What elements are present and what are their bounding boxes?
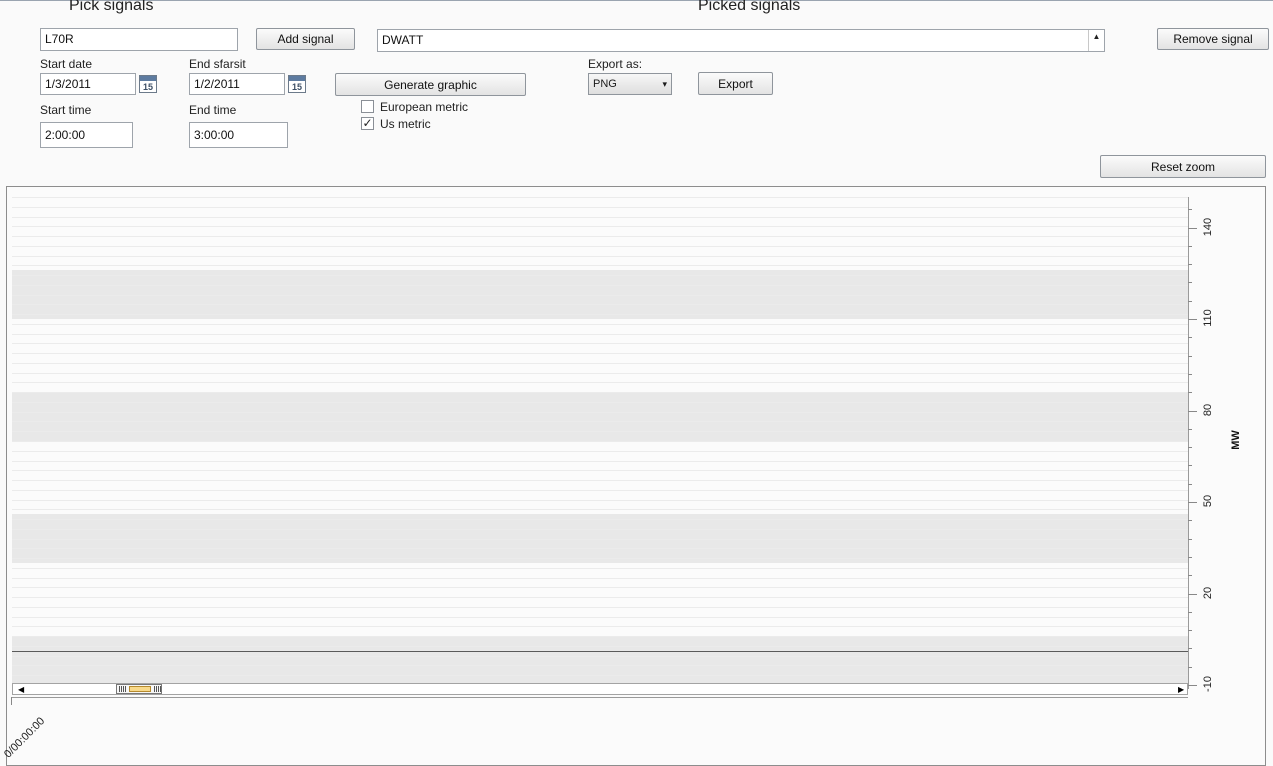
gridline (12, 236, 1188, 238)
gridline (12, 197, 1188, 198)
gridline (12, 450, 1188, 452)
check-icon: ✓ (362, 116, 373, 130)
add-signal-button[interactable]: Add signal (256, 28, 355, 50)
x-axis-tick (11, 697, 12, 705)
chart-band (12, 636, 1188, 685)
gridline (12, 333, 1188, 335)
end-time-input[interactable]: 3:00:00 (189, 122, 288, 148)
gridline (12, 655, 1188, 657)
us-metric-checkbox[interactable]: ✓ (361, 117, 374, 130)
gridline (12, 538, 1188, 540)
gridline (12, 567, 1188, 569)
y-axis-line (1188, 197, 1189, 689)
scroll-right-icon[interactable]: ▶ (1178, 685, 1184, 694)
gridline (12, 558, 1188, 560)
list-scroll-up-icon[interactable]: ▲ (1088, 30, 1104, 51)
generate-graphic-button[interactable]: Generate graphic (335, 73, 526, 96)
gridline (12, 480, 1188, 482)
remove-signal-button[interactable]: Remove signal (1157, 28, 1269, 50)
export-format-select[interactable]: PNG ▾ (588, 73, 672, 95)
export-as-label: Export as: (588, 57, 643, 71)
pick-signals-heading: Pick signals (69, 0, 154, 14)
picked-signals-list[interactable]: DWATT (377, 29, 1105, 52)
gridline (12, 226, 1188, 228)
gridline (12, 528, 1188, 530)
thumb-grip-left (119, 686, 127, 692)
export-button[interactable]: Export (698, 72, 773, 95)
us-metric-label: Us metric (380, 117, 431, 131)
gridline (12, 206, 1188, 208)
end-time-label: End time (189, 103, 237, 117)
gridline (12, 265, 1188, 267)
gridline (12, 616, 1188, 618)
pick-signal-input[interactable]: L70R (40, 28, 238, 51)
export-format-value: PNG (593, 78, 617, 90)
gridline (12, 675, 1188, 677)
start-time-input[interactable]: 2:00:00 (40, 122, 133, 148)
gridline (12, 665, 1188, 667)
gridline (12, 577, 1188, 579)
gridline (12, 636, 1188, 638)
start-date-calendar-icon[interactable]: 15 (139, 75, 157, 93)
chart-horizontal-scrollbar[interactable]: ◀ ▶ (12, 683, 1188, 695)
end-date-input[interactable]: 1/2/2011 (189, 73, 285, 95)
chart-band (12, 392, 1188, 441)
gridline (12, 401, 1188, 403)
gridline (12, 343, 1188, 345)
picked-signals-heading: Picked signals (698, 0, 801, 14)
end-date-label: End sfarsit (189, 57, 246, 71)
gridline (12, 509, 1188, 511)
chevron-down-icon: ▾ (662, 78, 667, 89)
gridline (12, 216, 1188, 218)
reset-zoom-button[interactable]: Reset zoom (1100, 155, 1266, 178)
picked-signal-item[interactable]: DWATT (382, 33, 423, 47)
gridline (12, 441, 1188, 442)
start-date-input[interactable]: 1/3/2011 (40, 73, 136, 95)
thumb-body (129, 686, 151, 692)
gridline (12, 489, 1188, 491)
chart-plot-area[interactable] (12, 197, 1188, 685)
gridline (12, 304, 1188, 306)
gridline (12, 470, 1188, 472)
gridline (12, 353, 1188, 355)
baseline-line (12, 651, 1188, 652)
scroll-thumb[interactable] (116, 684, 162, 694)
gridline (12, 519, 1188, 521)
gridline (12, 382, 1188, 384)
start-date-label: Start date (40, 57, 93, 71)
gridline (12, 245, 1188, 247)
european-metric-checkbox[interactable] (361, 100, 374, 113)
gridline (12, 626, 1188, 628)
gridline (12, 645, 1188, 647)
gridline (12, 314, 1188, 316)
gridline (12, 411, 1188, 413)
gridline (12, 548, 1188, 550)
gridline (12, 597, 1188, 599)
top-border (0, 0, 1273, 1)
gridline (12, 421, 1188, 423)
european-metric-label: European metric (380, 100, 469, 114)
gridline (12, 323, 1188, 325)
scroll-left-icon[interactable]: ◀ (18, 685, 24, 694)
gridline (12, 431, 1188, 433)
thumb-grip-right (154, 686, 162, 692)
gridline (12, 284, 1188, 286)
end-date-calendar-icon[interactable]: 15 (288, 75, 306, 93)
gridline (12, 392, 1188, 394)
gridline (12, 362, 1188, 364)
gridline (12, 255, 1188, 257)
gridline (12, 460, 1188, 462)
y-axis-title: MW (1229, 430, 1242, 450)
x-axis-line (11, 697, 1188, 698)
gridline (12, 372, 1188, 374)
gridline (12, 587, 1188, 589)
gridline (12, 275, 1188, 277)
gridline (12, 499, 1188, 501)
gridline (12, 606, 1188, 608)
start-time-label: Start time (40, 103, 92, 117)
gridline (12, 294, 1188, 296)
